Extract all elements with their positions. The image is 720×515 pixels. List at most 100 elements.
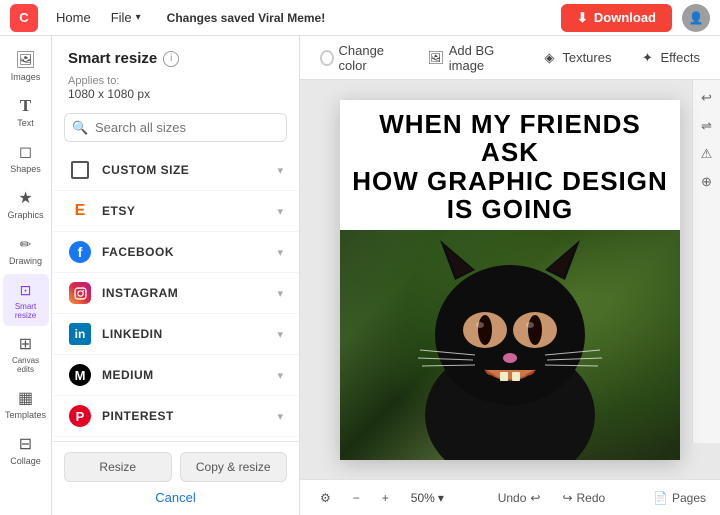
undo-icon: ↩ bbox=[530, 491, 540, 505]
canvas-toolbar: Change color 🖼 Add BG image ◈ Textures ✦… bbox=[300, 36, 720, 80]
canvas-content: ↩ ⇌ ⚠ ⊕ WHEN MY FRIENDS ASK HOW GRAPHIC … bbox=[300, 80, 720, 479]
linkedin-icon: in bbox=[68, 322, 92, 346]
instagram-label: INSTAGRAM bbox=[102, 286, 277, 300]
etsy-icon: E bbox=[68, 199, 92, 223]
file-nav[interactable]: File ▾ bbox=[103, 6, 149, 29]
undo-label: Undo bbox=[498, 491, 527, 505]
platform-item-custom[interactable]: CUSTOM SIZE ▾ bbox=[52, 150, 299, 191]
resize-button[interactable]: Resize bbox=[64, 452, 172, 482]
instagram-icon bbox=[68, 281, 92, 305]
platform-item-medium[interactable]: M MEDIUM ▾ bbox=[52, 355, 299, 396]
sidebar-item-templates[interactable]: ▦ Templates bbox=[3, 382, 49, 426]
file-dropdown-arrow: ▾ bbox=[136, 12, 141, 23]
meme-text-line1: WHEN MY FRIENDS ASK bbox=[350, 110, 670, 167]
zoom-in-button[interactable]: + bbox=[376, 488, 395, 508]
cat-image bbox=[340, 230, 680, 460]
cancel-link[interactable]: Cancel bbox=[64, 488, 287, 507]
sidebar-item-graphics[interactable]: ★ Graphics bbox=[3, 182, 49, 226]
change-color-label: Change color bbox=[339, 43, 400, 73]
pages-icon: 📄 bbox=[653, 491, 668, 505]
search-input[interactable] bbox=[64, 113, 287, 142]
search-container: 🔍 bbox=[64, 113, 287, 142]
add-bg-image-button[interactable]: 🖼 Add BG image bbox=[422, 39, 520, 77]
sidebar-item-smart-resize[interactable]: ⊡ Smart resize bbox=[3, 274, 49, 326]
linkedin-chevron-icon: ▾ bbox=[277, 328, 283, 341]
custom-size-icon bbox=[68, 158, 92, 182]
redo-button[interactable]: ↪ Redo bbox=[556, 488, 611, 508]
canvas-area: Change color 🖼 Add BG image ◈ Textures ✦… bbox=[300, 36, 720, 515]
images-icon: 🖼 bbox=[16, 50, 36, 70]
redo-icon: ↪ bbox=[562, 491, 572, 505]
platform-item-pinterest[interactable]: P PINTEREST ▾ bbox=[52, 396, 299, 437]
platform-item-linkedin[interactable]: in LINKEDIN ▾ bbox=[52, 314, 299, 355]
templates-icon: ▦ bbox=[16, 388, 36, 408]
platform-item-facebook[interactable]: f FACEBOOK ▾ bbox=[52, 232, 299, 273]
bottom-bar: ⚙ − + 50% ▾ Undo ↩ ↪ Redo 📄 bbox=[300, 479, 720, 515]
change-color-button[interactable]: Change color bbox=[314, 39, 406, 77]
undo-button[interactable]: Undo ↩ bbox=[492, 488, 547, 508]
panel-title: Smart resize bbox=[68, 50, 157, 67]
shapes-icon: ◻ bbox=[16, 142, 36, 162]
sidebar-item-drawing[interactable]: ✏ Drawing bbox=[3, 228, 49, 272]
undo-tool[interactable]: ↩ bbox=[697, 88, 717, 108]
sidebar-item-images[interactable]: 🖼 Images bbox=[3, 44, 49, 88]
textures-icon: ◈ bbox=[541, 50, 557, 66]
platform-item-instagram[interactable]: INSTAGRAM ▾ bbox=[52, 273, 299, 314]
custom-size-label: CUSTOM SIZE bbox=[102, 163, 277, 177]
pages-label: Pages bbox=[672, 491, 706, 505]
instagram-chevron-icon: ▾ bbox=[277, 287, 283, 300]
sidebar-item-canvas-edits[interactable]: ⊞ Canvas edits bbox=[3, 328, 49, 380]
sidebar-item-shapes[interactable]: ◻ Shapes bbox=[3, 136, 49, 180]
smart-resize-icon: ⊡ bbox=[16, 280, 36, 300]
crop-tool[interactable]: ⊕ bbox=[697, 172, 717, 192]
flip-tool[interactable]: ⇌ bbox=[697, 116, 717, 136]
pinterest-icon: P bbox=[68, 404, 92, 428]
search-icon: 🔍 bbox=[72, 120, 88, 136]
zoom-dropdown-arrow: ▾ bbox=[438, 491, 444, 505]
download-button[interactable]: ⬇ Download bbox=[561, 4, 672, 32]
nav-menu: Home File ▾ bbox=[48, 6, 149, 29]
zoom-in-icon: + bbox=[382, 491, 389, 505]
settings-icon: ⚙ bbox=[320, 491, 331, 505]
applies-to-section: Applies to: 1080 x 1080 px bbox=[52, 75, 299, 109]
medium-label: MEDIUM bbox=[102, 368, 277, 382]
effects-button[interactable]: ✦ Effects bbox=[633, 46, 706, 70]
meme-text: WHEN MY FRIENDS ASK HOW GRAPHIC DESIGN I… bbox=[340, 100, 680, 230]
applies-value: 1080 x 1080 px bbox=[68, 87, 283, 101]
text-icon: T bbox=[16, 96, 36, 116]
user-avatar[interactable]: 👤 bbox=[682, 4, 710, 32]
settings-button[interactable]: ⚙ bbox=[314, 488, 337, 508]
warning-tool[interactable]: ⚠ bbox=[697, 144, 717, 164]
color-circle-icon bbox=[320, 50, 334, 66]
medium-chevron-icon: ▾ bbox=[277, 369, 283, 382]
etsy-chevron-icon: ▾ bbox=[277, 205, 283, 218]
add-bg-label: Add BG image bbox=[449, 43, 514, 73]
linkedin-label: LINKEDIN bbox=[102, 327, 277, 341]
sidebar-item-collage[interactable]: ⊟ Collage bbox=[3, 428, 49, 472]
copy-resize-button[interactable]: Copy & resize bbox=[180, 452, 288, 482]
main-layout: 🖼 Images T Text ◻ Shapes ★ Graphics ✏ Dr… bbox=[0, 36, 720, 515]
info-icon[interactable]: i bbox=[163, 51, 179, 67]
meme-text-line2: HOW GRAPHIC DESIGN IS GOING bbox=[350, 167, 670, 224]
etsy-label: ETSY bbox=[102, 204, 277, 218]
pinterest-label: PINTEREST bbox=[102, 409, 277, 423]
applies-label: Applies to: bbox=[68, 75, 283, 87]
medium-icon: M bbox=[68, 363, 92, 387]
effects-icon: ✦ bbox=[639, 50, 655, 66]
add-bg-icon: 🖼 bbox=[428, 50, 444, 66]
resize-bottom: Resize Copy & resize Cancel bbox=[52, 441, 299, 515]
topbar: C Home File ▾ Changes saved Viral Meme! … bbox=[0, 0, 720, 36]
home-nav[interactable]: Home bbox=[48, 6, 99, 29]
zoom-value: 50% bbox=[411, 491, 435, 505]
platform-item-etsy[interactable]: E ETSY ▾ bbox=[52, 191, 299, 232]
facebook-icon: f bbox=[68, 240, 92, 264]
effects-label: Effects bbox=[660, 50, 700, 65]
sidebar-item-text[interactable]: T Text bbox=[3, 90, 49, 134]
platform-list: CUSTOM SIZE ▾ E ETSY ▾ f FACEBOOK ▾ bbox=[52, 150, 299, 441]
textures-button[interactable]: ◈ Textures bbox=[535, 46, 617, 70]
zoom-selector[interactable]: 50% ▾ bbox=[405, 488, 450, 508]
pages-control[interactable]: 📄 Pages bbox=[653, 491, 706, 505]
textures-label: Textures bbox=[562, 50, 611, 65]
zoom-out-button[interactable]: − bbox=[347, 488, 366, 508]
custom-chevron-icon: ▾ bbox=[277, 164, 283, 177]
